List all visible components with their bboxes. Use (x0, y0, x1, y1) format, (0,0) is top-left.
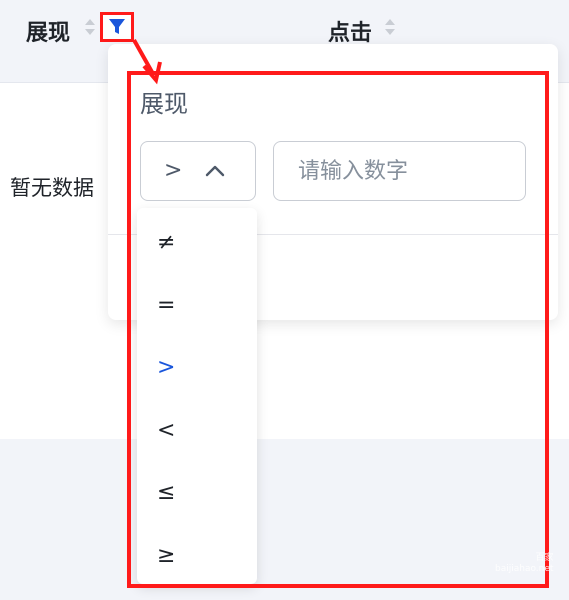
highlight-rectangle (127, 71, 549, 588)
sort-icon[interactable] (384, 16, 396, 38)
filter-icon (109, 19, 125, 34)
watermark-line-2: baijiahao.net (495, 564, 554, 574)
empty-state-text: 暂无数据 (10, 176, 94, 200)
column-header-clicks: 点击 (328, 21, 373, 46)
sort-icon[interactable] (84, 16, 96, 38)
column-header-impressions: 展现 (26, 21, 71, 46)
watermark-line-1: 百家 (535, 553, 554, 563)
watermark: 百家 baijiahao.net (495, 553, 553, 575)
filter-button[interactable] (100, 12, 134, 42)
